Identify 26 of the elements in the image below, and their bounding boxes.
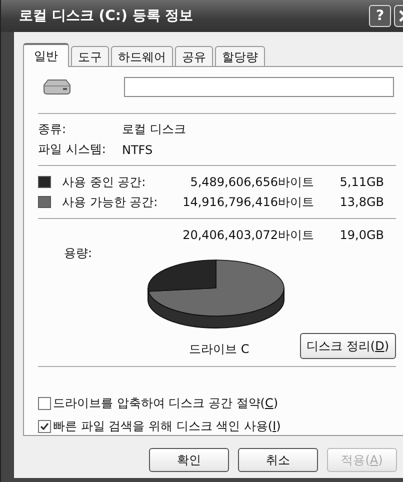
dialog-button[interactable]: 취소 xyxy=(238,448,318,472)
help-button[interactable]: ? xyxy=(369,5,391,27)
byte-count: 14,916,796,416바이트 xyxy=(182,194,314,211)
property-label: 파일 시스템: xyxy=(38,141,107,158)
tab[interactable]: 하드웨어 xyxy=(111,46,173,66)
disk-cleanup-button[interactable]: 디스크 정리(D) xyxy=(300,333,396,360)
byte-count: 5,489,606,656바이트 xyxy=(189,174,314,191)
property-value: NTFS xyxy=(122,142,153,156)
space-label: 사용 가능한 공간: xyxy=(62,194,159,211)
dialog-button[interactable]: 확인 xyxy=(149,448,229,472)
property-label: 종류: xyxy=(38,121,68,138)
tab[interactable]: 도구 xyxy=(71,46,109,66)
tab[interactable]: 할당량 xyxy=(215,46,265,66)
size-value: 19,0GB xyxy=(338,228,384,242)
checkbox-label[interactable]: 빠른 파일 검색을 위해 디스크 색인 사용(I) xyxy=(53,418,281,436)
property-value: 로컬 디스크 xyxy=(122,121,186,138)
byte-count: 20,406,403,072바이트 xyxy=(182,226,314,244)
capacity-label: 용량: xyxy=(64,245,92,262)
size-value: 13,8GB xyxy=(338,195,384,210)
space-label: 사용 중인 공간: xyxy=(62,174,147,191)
tab[interactable]: 공유 xyxy=(175,46,213,66)
checkbox-label[interactable]: 드라이브를 압축하여 디스크 공간 절약(C) xyxy=(53,395,278,412)
tab[interactable]: 일반 xyxy=(23,43,69,67)
window-title: 로컬 디스크 (C:) 등록 정보 xyxy=(19,7,194,25)
size-value: 5,11GB xyxy=(338,175,384,190)
drive-label: 드라이브 C xyxy=(189,340,250,358)
